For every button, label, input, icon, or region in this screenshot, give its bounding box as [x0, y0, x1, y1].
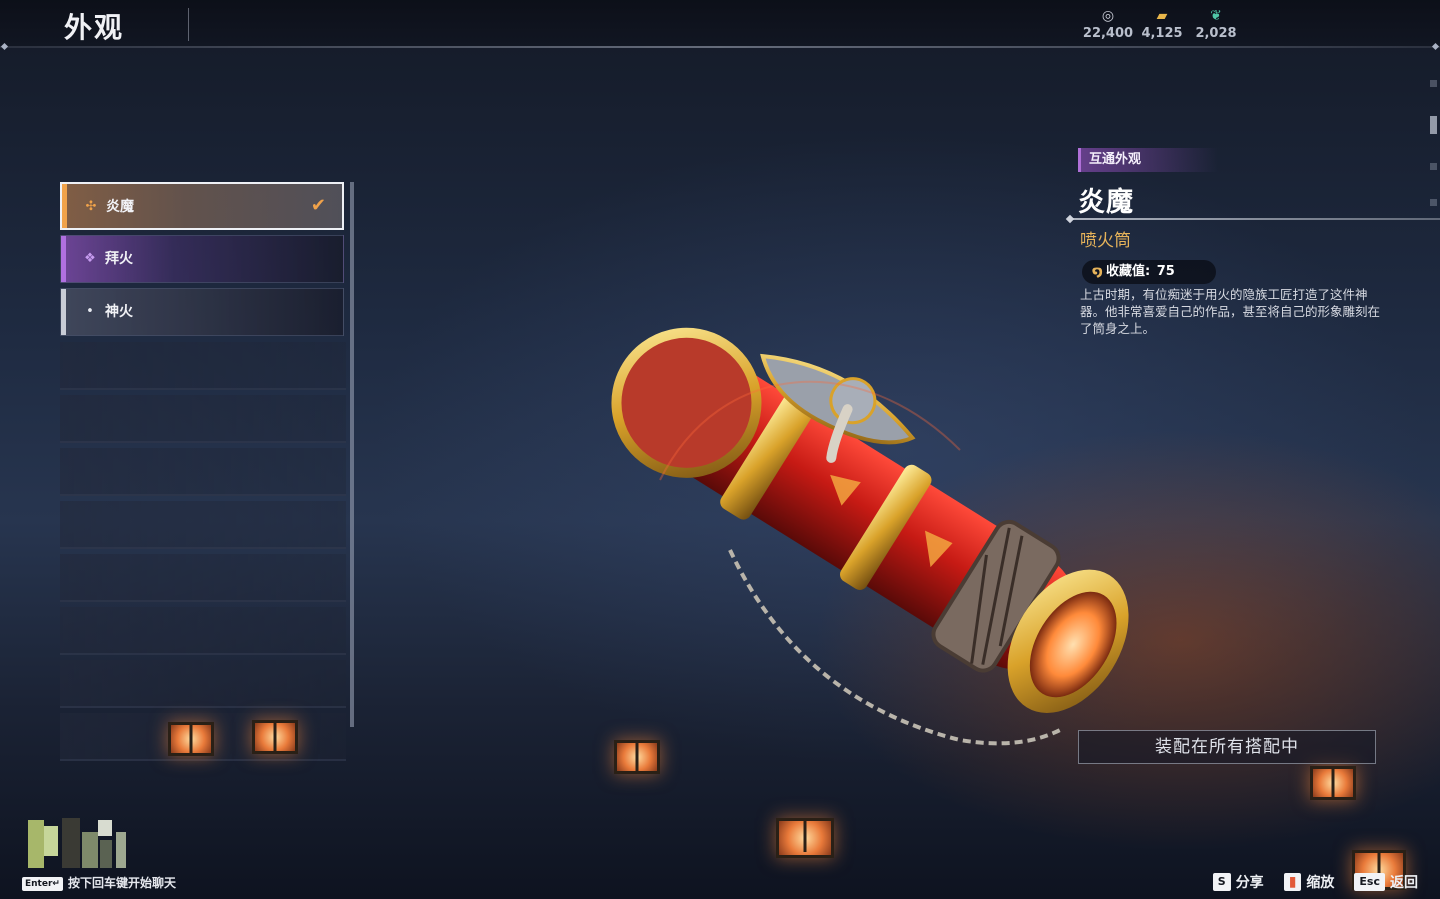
lantern — [168, 722, 214, 756]
list-scrollbar[interactable] — [350, 182, 354, 727]
key-badge: Esc — [1354, 873, 1385, 891]
page-scroll-indicator[interactable] — [1430, 80, 1438, 235]
skin-description: 上古时期，有位痴迷于用火的隐族工匠打造了这件神器。他非常喜爱自己的作品，甚至将自… — [1080, 287, 1381, 336]
coin-stack-icon: ◎ — [1101, 8, 1115, 24]
currency-value: 4,125 — [1141, 26, 1183, 41]
skin-item-label: 炎魔 — [106, 199, 134, 215]
chat-hint-text: 按下回车键开始聊天 — [67, 876, 176, 890]
title-divider — [188, 8, 189, 41]
empty-slot — [60, 660, 346, 708]
page-title: 外观 — [64, 11, 125, 44]
lantern — [1310, 766, 1356, 800]
collection-swirl-icon: ໑ — [1092, 264, 1103, 280]
weapon-type: 喷火筒 — [1080, 231, 1131, 251]
gold-bar-icon: ▰ — [1156, 8, 1168, 24]
collection-value: 75 — [1156, 264, 1175, 279]
book-zoom-icon: ▮ — [1283, 873, 1302, 891]
empty-slot — [60, 554, 346, 602]
currency-jade: ❦ 2,028 — [1188, 8, 1244, 41]
currency-value: 22,400 — [1082, 26, 1134, 41]
currency-silver: ◎ 22,400 — [1080, 8, 1136, 41]
epic-rarity-icon: ❖ — [84, 251, 96, 266]
hotkey-label: 返回 — [1390, 875, 1418, 891]
weapon-model-flamethrower[interactable] — [540, 300, 1240, 760]
empty-slot — [60, 395, 346, 443]
common-rarity-icon: • — [86, 304, 94, 319]
share-hotkey[interactable]: S 分享 — [1212, 872, 1264, 892]
hotkey-label: 分享 — [1235, 875, 1264, 891]
currency-value: 2,028 — [1195, 26, 1237, 41]
top-divider — [0, 46, 1440, 48]
chat-hint[interactable]: Enter↵ 按下回车键开始聊天 — [22, 875, 176, 891]
skin-item-shenhuo[interactable]: • 神火 — [60, 288, 344, 336]
hotkey-label: 缩放 — [1306, 875, 1335, 891]
back-hotkey[interactable]: Esc 返回 — [1354, 872, 1418, 892]
rarity-bar — [61, 236, 66, 282]
skin-item-label: 拜火 — [105, 251, 133, 267]
empty-slot — [60, 342, 346, 390]
lantern — [252, 720, 298, 754]
skin-list: ✣ 炎魔 ✔ ❖ 拜火 • 神火 — [60, 182, 354, 766]
cross-platform-tag: 互通外观 — [1078, 148, 1218, 172]
hotkey-bar: S 分享 ▮ 缩放 Esc 返回 — [1212, 872, 1418, 892]
legendary-rarity-icon: ✣ — [85, 199, 97, 214]
skin-item-label: 神火 — [105, 304, 133, 320]
jade-feather-icon: ❦ — [1210, 8, 1222, 24]
empty-slot — [60, 501, 346, 549]
skin-item-baihuo[interactable]: ❖ 拜火 — [60, 235, 344, 283]
empty-slot — [60, 607, 346, 655]
currency-gold: ▰ 4,125 — [1134, 8, 1190, 41]
checkmark-icon: ✔ — [310, 195, 326, 216]
zoom-hotkey[interactable]: ▮ 缩放 — [1283, 872, 1335, 892]
empty-slot — [60, 448, 346, 496]
enter-key-badge: Enter↵ — [22, 876, 63, 891]
player-avatar[interactable] — [28, 818, 128, 870]
equip-all-outfits-button[interactable]: 装配在所有搭配中 — [1078, 730, 1376, 764]
skin-item-yanmo[interactable]: ✣ 炎魔 ✔ — [60, 182, 344, 230]
lantern — [776, 818, 834, 858]
collection-label: 收藏值: — [1106, 264, 1151, 279]
rarity-bar — [62, 184, 67, 228]
key-badge: S — [1212, 873, 1231, 891]
skin-name: 炎魔 — [1078, 187, 1134, 218]
collection-value-badge: ໑ 收藏值: 75 — [1082, 260, 1216, 284]
rarity-bar — [61, 289, 66, 335]
name-divider — [1070, 218, 1440, 220]
